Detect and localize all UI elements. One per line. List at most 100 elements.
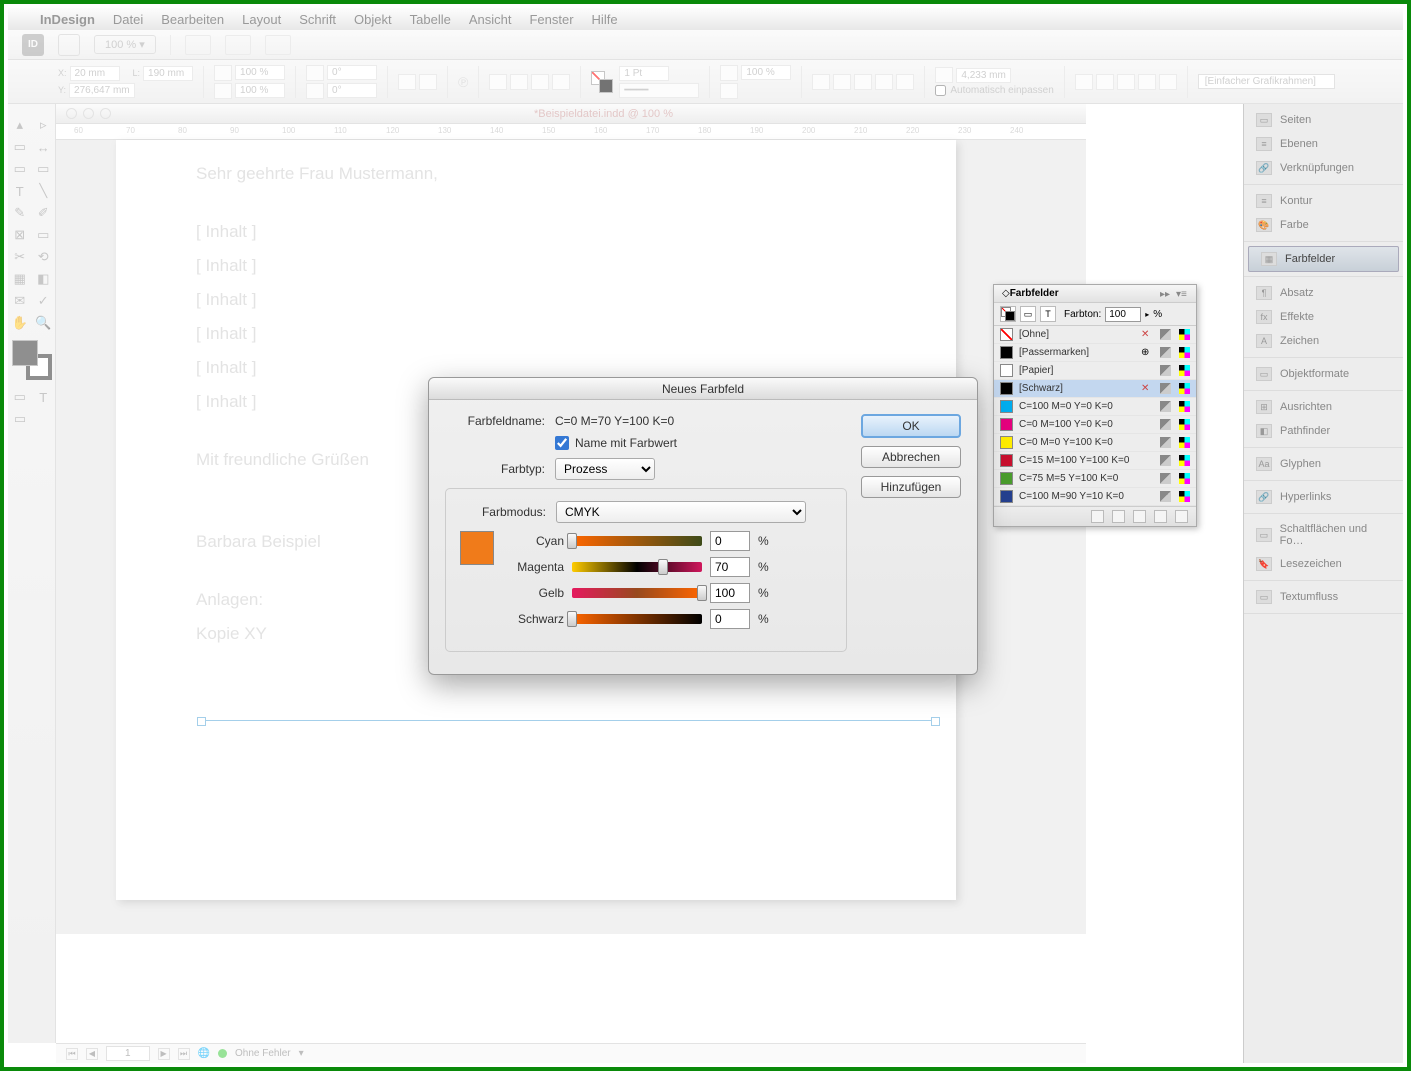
swatch-row[interactable]: [Ohne]✕ — [994, 326, 1196, 344]
pencil-tool-icon[interactable]: ✐ — [32, 202, 56, 224]
swatch-row[interactable]: C=100 M=0 Y=0 K=0 — [994, 398, 1196, 416]
swatch-row[interactable]: [Schwarz]✕ — [994, 380, 1196, 398]
bridge-icon[interactable] — [58, 34, 80, 56]
add-button[interactable]: Hinzufügen — [861, 476, 961, 498]
black-input[interactable] — [710, 609, 750, 629]
rect-tool-icon[interactable]: ▭ — [32, 224, 56, 246]
select-content-icon[interactable] — [510, 74, 528, 90]
arrange-icon[interactable] — [265, 35, 291, 55]
last-page-icon[interactable]: ⏭ — [178, 1048, 190, 1060]
panel-effekte[interactable]: fxEffekte — [1244, 305, 1403, 329]
menu-bearbeiten[interactable]: Bearbeiten — [161, 12, 224, 27]
panel-pathfinder[interactable]: ◧Pathfinder — [1244, 419, 1403, 443]
note-tool-icon[interactable]: ✉ — [8, 290, 32, 312]
menu-hilfe[interactable]: Hilfe — [592, 12, 618, 27]
wrap-bbox-icon[interactable] — [833, 74, 851, 90]
delete-swatch-icon[interactable] — [1175, 510, 1188, 523]
panel-ausrichten[interactable]: ⊞Ausrichten — [1244, 395, 1403, 419]
panel-verknuepfungen[interactable]: 🔗Verknüpfungen — [1244, 156, 1403, 180]
selection-tool-icon[interactable]: ▴ — [8, 114, 32, 136]
ok-button[interactable]: OK — [861, 414, 961, 438]
apply-color-icon[interactable]: ▭ — [8, 386, 32, 408]
select-prev-icon[interactable] — [531, 74, 549, 90]
field-scale-x[interactable]: 100 % — [235, 65, 285, 80]
cancel-button[interactable]: Abbrechen — [861, 446, 961, 468]
zoom-dropdown[interactable]: 100 % ▾ — [94, 35, 156, 54]
fx-icon[interactable] — [720, 83, 738, 99]
menu-fenster[interactable]: Fenster — [529, 12, 573, 27]
field-x[interactable]: 20 mm — [70, 66, 120, 81]
opacity-field[interactable]: 100 % — [741, 65, 791, 80]
magenta-slider[interactable] — [572, 562, 702, 572]
tint-field[interactable] — [1105, 307, 1141, 322]
gradient-tool-icon[interactable]: ▦ — [8, 268, 32, 290]
scissors-tool-icon[interactable]: ✂ — [8, 246, 32, 268]
panel-farbe[interactable]: 🎨Farbe — [1244, 213, 1403, 237]
first-page-icon[interactable]: ⏮ — [66, 1048, 78, 1060]
show-all-swatches-icon[interactable] — [1091, 510, 1104, 523]
wrap-jump-icon[interactable] — [875, 74, 893, 90]
panel-glyphen[interactable]: AaGlyphen — [1244, 452, 1403, 476]
view-options-icon[interactable] — [185, 35, 211, 55]
formatting-text-icon[interactable]: T — [1040, 306, 1056, 322]
flip-v-icon[interactable] — [419, 74, 437, 90]
fit-content-icon[interactable] — [1075, 74, 1093, 90]
show-gradient-swatches-icon[interactable] — [1133, 510, 1146, 523]
screen-mode-tool-icon[interactable]: ▭ — [8, 408, 32, 430]
mode-select[interactable]: CMYK — [556, 501, 806, 523]
swatch-row[interactable]: C=0 M=0 Y=100 K=0 — [994, 434, 1196, 452]
fill-frame-icon[interactable] — [1138, 74, 1156, 90]
panel-absatz[interactable]: ¶Absatz — [1244, 281, 1403, 305]
panel-farbfelder[interactable]: ▦Farbfelder — [1248, 246, 1399, 272]
menu-tabelle[interactable]: Tabelle — [410, 12, 451, 27]
field-y[interactable]: 276,647 mm — [69, 83, 135, 98]
fill-stroke-mini[interactable] — [1000, 306, 1016, 322]
wrap-none-icon[interactable] — [812, 74, 830, 90]
type-select[interactable]: Prozess — [555, 458, 655, 480]
collapse-icon[interactable]: ▸▸ — [1160, 289, 1172, 299]
panel-textumfluss[interactable]: ▭Textumfluss — [1244, 585, 1403, 609]
corner-field[interactable]: 4,233 mm — [956, 68, 1010, 83]
name-with-value-checkbox[interactable] — [555, 436, 569, 450]
swatch-row[interactable]: [Papier] — [994, 362, 1196, 380]
menu-layout[interactable]: Layout — [242, 12, 281, 27]
swatch-row[interactable]: C=100 M=90 Y=10 K=0 — [994, 488, 1196, 506]
app-name[interactable]: InDesign — [40, 12, 95, 27]
cyan-input[interactable] — [710, 531, 750, 551]
swatch-row[interactable]: [Passermarken]⊕ — [994, 344, 1196, 362]
wrap-shape-icon[interactable] — [854, 74, 872, 90]
panel-hyperlinks[interactable]: 🔗Hyperlinks — [1244, 485, 1403, 509]
apply-none-icon[interactable]: T — [32, 386, 56, 408]
panel-zeichen[interactable]: AZeichen — [1244, 329, 1403, 353]
show-color-swatches-icon[interactable] — [1112, 510, 1125, 523]
tint-slider-icon[interactable]: ▸ — [1145, 310, 1149, 319]
page-field[interactable]: 1 — [106, 1046, 150, 1061]
gap-tool-icon[interactable]: ↔ — [32, 136, 56, 158]
panel-seiten[interactable]: ▭Seiten — [1244, 108, 1403, 132]
close-dot[interactable] — [66, 108, 77, 119]
status-dropdown-icon[interactable]: ▾ — [299, 1048, 304, 1059]
field-shear[interactable]: 0° — [327, 83, 377, 98]
flip-h-icon[interactable] — [398, 74, 416, 90]
panel-kontur[interactable]: ≡Kontur — [1244, 189, 1403, 213]
yellow-input[interactable] — [710, 583, 750, 603]
stroke-weight[interactable]: 1 Pt — [619, 66, 669, 81]
select-container-icon[interactable] — [489, 74, 507, 90]
wrap-column-icon[interactable] — [896, 74, 914, 90]
swatch-row[interactable]: C=15 M=100 Y=100 K=0 — [994, 452, 1196, 470]
panel-objektformate[interactable]: ▭Objektformate — [1244, 362, 1403, 386]
fit-prop-icon[interactable] — [1159, 74, 1177, 90]
gradient-feather-icon[interactable]: ◧ — [32, 268, 56, 290]
magenta-input[interactable] — [710, 557, 750, 577]
type-tool-icon[interactable]: T — [8, 180, 32, 202]
fill-stroke-tool[interactable] — [12, 340, 52, 380]
menu-schrift[interactable]: Schrift — [299, 12, 336, 27]
new-swatch-icon[interactable] — [1154, 510, 1167, 523]
panel-menu-icon[interactable]: ▾≡ — [1176, 289, 1188, 299]
fill-stroke-swap[interactable] — [591, 71, 613, 93]
field-scale-y[interactable]: 100 % — [235, 83, 285, 98]
black-slider[interactable] — [572, 614, 702, 624]
panel-schaltflaechen[interactable]: ▭Schaltflächen und Fo… — [1244, 518, 1403, 552]
preflight-menu-icon[interactable]: 🌐 — [198, 1048, 210, 1059]
panel-ebenen[interactable]: ≡Ebenen — [1244, 132, 1403, 156]
